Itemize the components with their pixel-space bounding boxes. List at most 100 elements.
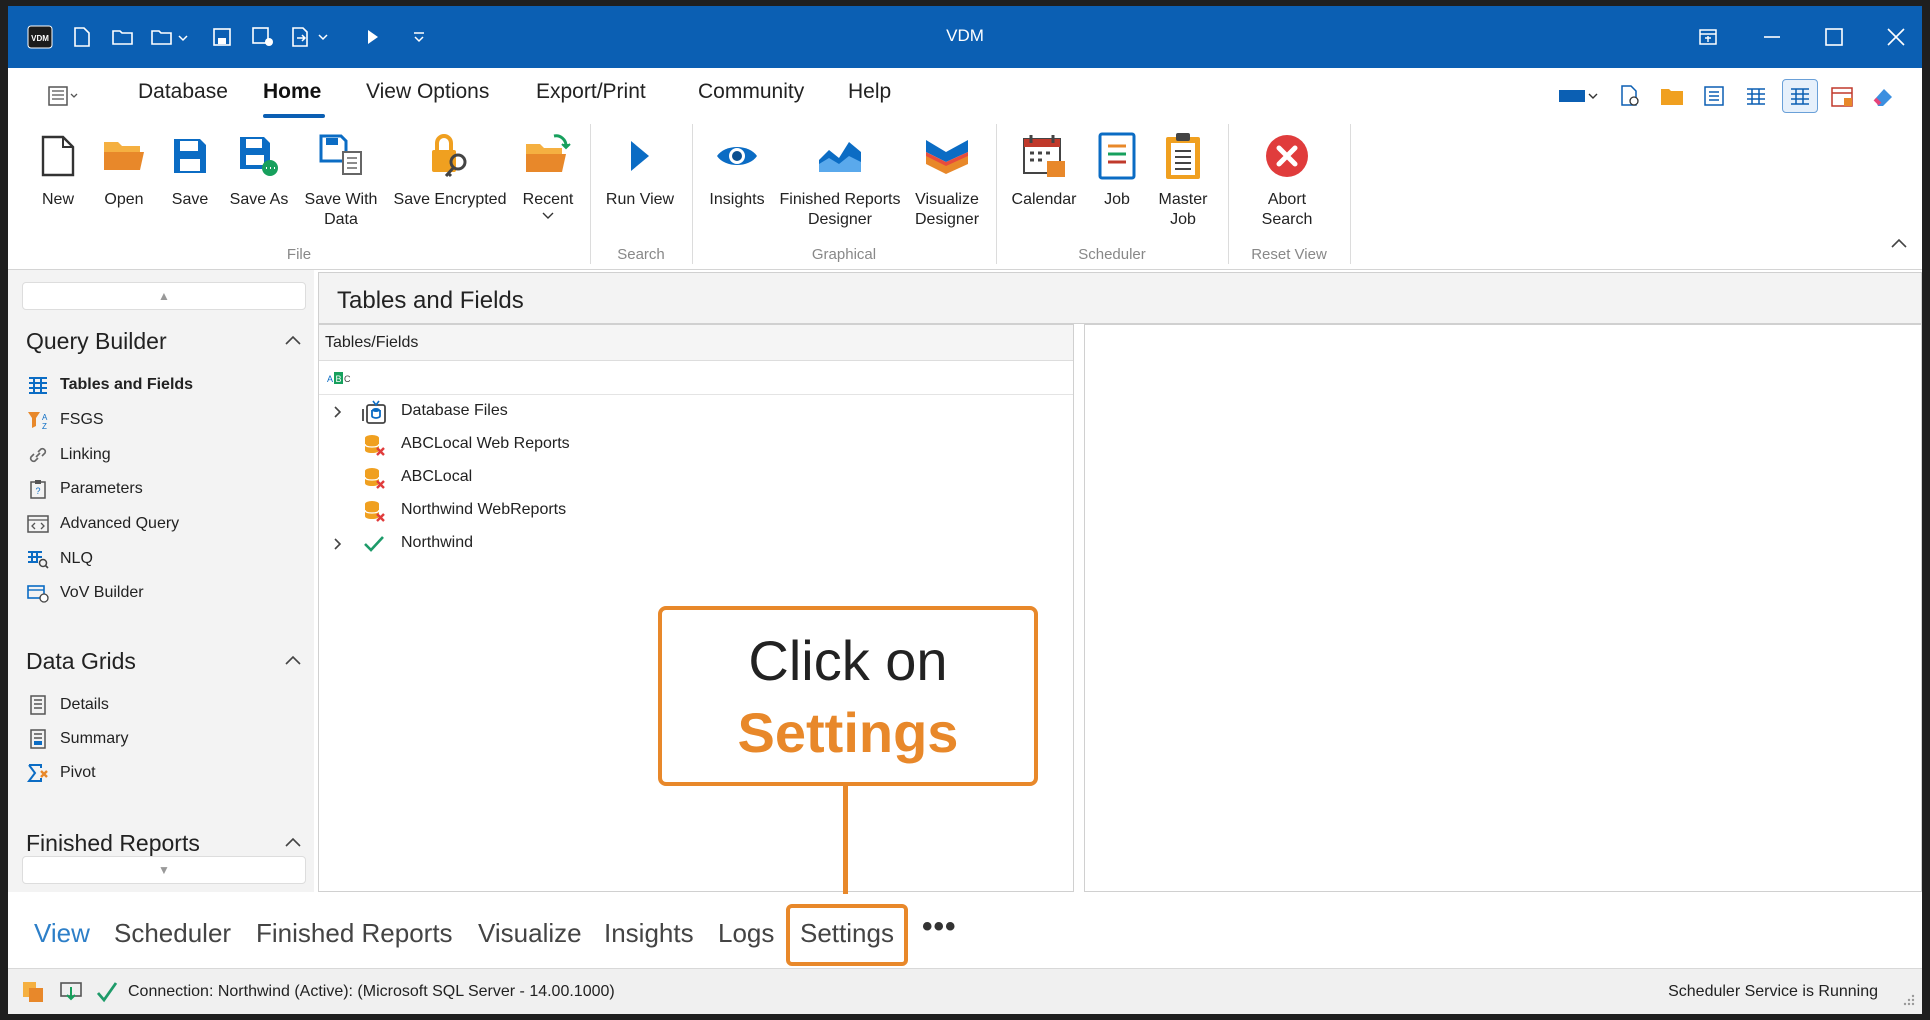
connection-ok-icon (94, 979, 120, 1005)
save-button[interactable]: Save (160, 130, 220, 210)
expand-chevron-icon[interactable] (331, 537, 345, 551)
svg-text:?: ? (36, 486, 41, 496)
menu-community[interactable]: Community (698, 80, 804, 104)
field-detail-panel (1084, 324, 1922, 892)
tab-logs[interactable]: Logs (718, 918, 774, 949)
section-title-finished-reports: Finished Reports (26, 830, 200, 856)
collapse-query-builder-icon[interactable] (284, 330, 302, 351)
svg-text:A: A (42, 413, 48, 422)
maximize-icon[interactable] (1814, 20, 1854, 54)
check-icon (361, 531, 387, 557)
sidebar-scroll-down-icon[interactable]: ▼ (22, 856, 306, 884)
parameters-clipboard-icon: ? (26, 478, 50, 500)
menu-home[interactable]: Home (263, 80, 321, 104)
bottom-navigation-tabs: View Scheduler Finished Reports Visualiz… (8, 894, 1922, 968)
tree-item-abclocal-web-reports[interactable]: ABCLocal Web Reports (319, 430, 1073, 460)
save-with-data-icon (315, 130, 367, 182)
menu-view-options[interactable]: View Options (366, 80, 489, 104)
tab-insights[interactable]: Insights (604, 918, 694, 949)
restore-layout-icon[interactable] (1688, 20, 1728, 54)
sidebar-item-summary[interactable]: Summary (26, 726, 128, 752)
folder-icon[interactable] (1658, 82, 1686, 110)
visualize-chart-icon (921, 130, 973, 182)
menu-database[interactable]: Database (138, 80, 228, 104)
new-button[interactable]: New (28, 130, 88, 210)
run-view-icon (614, 130, 666, 182)
sidebar-item-tables-and-fields[interactable]: Tables and Fields (26, 372, 193, 398)
ribbon-separator (692, 124, 693, 264)
sidebar-item-fsgs[interactable]: AZ FSGS (26, 407, 104, 433)
expand-chevron-icon[interactable] (331, 405, 345, 419)
ribbon-group-file-label: File (286, 246, 312, 263)
collapse-data-grids-icon[interactable] (284, 650, 302, 671)
minimize-icon[interactable] (1752, 20, 1792, 54)
tree-item-abclocal[interactable]: ABCLocal (319, 463, 1073, 493)
recent-dropdown-icon[interactable] (542, 212, 554, 220)
collapse-ribbon-icon[interactable] (1890, 236, 1910, 252)
open-button[interactable]: Open (94, 130, 154, 210)
tab-finished-reports[interactable]: Finished Reports (256, 918, 453, 949)
insights-button[interactable]: Insights (702, 130, 772, 210)
save-as-button[interactable]: Save As (226, 130, 292, 210)
download-monitor-icon[interactable] (58, 979, 84, 1005)
close-icon[interactable] (1876, 20, 1916, 54)
grid-view-icon[interactable] (1742, 82, 1770, 110)
ribbon-separator (1228, 124, 1229, 264)
app-menu-icon[interactable] (44, 82, 84, 110)
list-view-icon[interactable] (1700, 82, 1728, 110)
open-folder-icon (98, 130, 150, 182)
callout-pointer-line (843, 786, 848, 904)
abc-sort-icon[interactable]: ABC (327, 370, 351, 391)
tab-visualize[interactable]: Visualize (478, 918, 582, 949)
window-title: VDM (946, 26, 984, 45)
copy-files-icon[interactable] (20, 979, 46, 1005)
visualize-designer-button[interactable]: Visualize Designer (908, 130, 986, 230)
tree-item-northwind[interactable]: Northwind (319, 529, 1073, 559)
master-job-button[interactable]: Master Job (1152, 130, 1214, 230)
sidebar-item-parameters[interactable]: ? Parameters (26, 476, 143, 502)
tree-item-database-files[interactable]: Database Files (319, 397, 1073, 427)
sidebar-item-nlq[interactable]: NLQ (26, 546, 93, 572)
save-with-data-button[interactable]: Save With Data (298, 130, 384, 230)
calendar-button[interactable]: Calendar (1006, 130, 1082, 210)
resize-grip-icon[interactable] (1902, 993, 1916, 1007)
tab-view[interactable]: View (34, 918, 90, 949)
sidebar-scroll-up-icon[interactable]: ▲ (22, 282, 306, 310)
database-error-icon (361, 432, 387, 458)
details-view-toggle-icon[interactable] (1782, 79, 1818, 113)
menu-help[interactable]: Help (848, 80, 891, 104)
filter-sort-icon: AZ (26, 409, 50, 431)
more-tabs-button[interactable]: ••• (922, 910, 957, 944)
new-document-icon (32, 130, 84, 182)
callout-text: Click on (748, 629, 948, 692)
tab-scheduler[interactable]: Scheduler (114, 918, 231, 949)
sidebar-item-details[interactable]: Details (26, 692, 109, 718)
sidebar-item-pivot[interactable]: Pivot (26, 760, 96, 786)
sidebar-item-advanced-query[interactable]: Advanced Query (26, 511, 179, 537)
collapse-finished-reports-icon[interactable] (284, 832, 302, 853)
sidebar-item-linking[interactable]: Linking (26, 442, 111, 468)
active-menu-underline (263, 114, 325, 118)
finished-reports-designer-button[interactable]: Finished Reports Designer (778, 130, 902, 230)
sidebar-item-vov-builder[interactable]: VoV Builder (26, 580, 144, 606)
calendar-icon (1018, 130, 1070, 182)
abort-search-button[interactable]: Abort Search (1244, 130, 1330, 230)
eraser-icon[interactable] (1870, 82, 1898, 110)
job-button[interactable]: Job (1088, 130, 1146, 210)
vov-builder-icon (26, 582, 50, 604)
title-bar: VDM VDM (8, 6, 1922, 68)
save-encrypted-button[interactable]: Save Encrypted (388, 130, 512, 210)
calendar-icon[interactable] (1828, 82, 1856, 110)
theme-color-dropdown-icon[interactable] (1556, 82, 1602, 110)
chain-link-icon (26, 444, 50, 466)
tree-toolbar: ABC (319, 361, 1073, 395)
recent-button[interactable]: Recent (518, 130, 578, 220)
pivot-sigma-icon (26, 762, 50, 784)
tree-item-northwind-webreports[interactable]: Northwind WebReports (319, 496, 1073, 526)
section-title-data-grids: Data Grids (26, 648, 136, 674)
menu-export-print[interactable]: Export/Print (536, 80, 646, 104)
run-view-button[interactable]: Run View (600, 130, 680, 210)
code-window-icon (26, 513, 50, 535)
master-job-clipboard-icon (1157, 130, 1209, 182)
new-document-settings-icon[interactable] (1616, 82, 1644, 110)
